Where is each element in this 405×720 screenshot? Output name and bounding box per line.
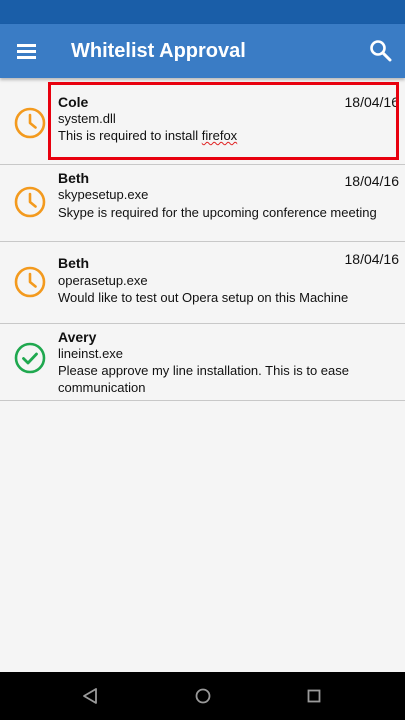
system-nav-bar [0,672,405,720]
clock-icon [14,107,46,139]
recents-icon[interactable] [302,684,326,708]
app-bar: Whitelist Approval [0,24,405,78]
check-circle-icon [14,342,46,374]
request-date: 18/04/16 [344,173,400,189]
request-message: Skype is required for the upcoming confe… [58,205,377,220]
search-icon[interactable] [368,38,394,64]
hamburger-menu-icon[interactable] [14,39,40,63]
page-title: Whitelist Approval [71,40,246,62]
request-message: Please approve my line installation. Thi… [58,363,349,395]
request-list: Cole 18/04/16 system.dll This is require… [0,78,405,401]
file-name: skypesetup.exe [58,187,149,202]
clock-icon [14,266,46,298]
request-date: 18/04/16 [344,94,400,110]
file-name: system.dll [58,111,116,126]
request-message: Would like to test out Opera setup on th… [58,290,349,305]
home-icon[interactable] [191,684,215,708]
status-bar [0,0,405,24]
requester-name: Beth [58,255,90,271]
file-name: operasetup.exe [58,273,148,288]
back-icon[interactable] [78,684,102,708]
list-item[interactable]: Cole 18/04/16 system.dll This is require… [0,78,405,165]
file-name: lineinst.exe [58,346,124,361]
clock-icon [14,186,46,218]
requester-name: Cole [58,94,89,110]
list-item[interactable]: Beth 18/04/16 skypesetup.exe Skype is re… [0,165,405,242]
list-item[interactable]: Beth 18/04/16 operasetup.exe Would like … [0,242,405,324]
spellcheck-flagged-word: firefox [201,128,238,143]
request-message: This is required to install firefox [58,128,238,143]
requester-name: Beth [58,170,90,186]
list-item[interactable]: Avery lineinst.exe Please approve my lin… [0,324,405,401]
request-date: 18/04/16 [344,251,400,267]
requester-name: Avery [58,329,97,345]
